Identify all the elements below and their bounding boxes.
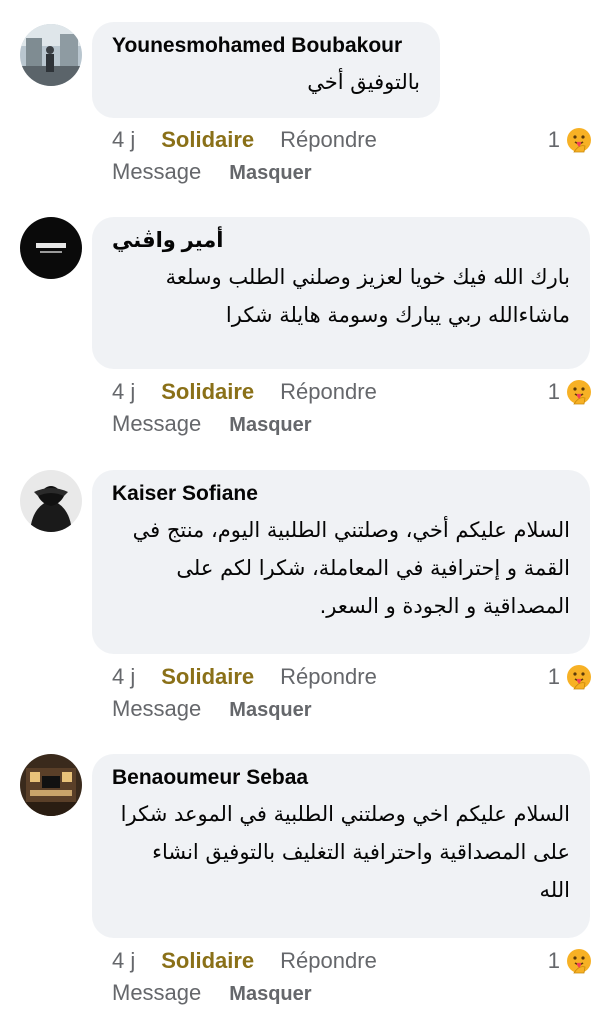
street-photo-avatar-icon — [20, 24, 82, 86]
comment-text: السلام عليكم أخي، وصلتني الطلبية اليوم، … — [112, 511, 570, 625]
comment-line: بالتوفيق أخي — [307, 70, 420, 94]
black-logo-avatar-icon — [20, 217, 82, 279]
avatar[interactable] — [20, 470, 82, 532]
comment-line: المصداقية و الجودة و السعر. — [319, 594, 570, 618]
care-emoji-icon — [567, 128, 591, 153]
hide-button[interactable]: Masquer — [229, 414, 311, 436]
comment-bubble: أمير واڨني بارك الله فيك خويا لعزيز وصلن… — [92, 217, 590, 369]
care-emoji-icon — [567, 380, 591, 405]
reaction-summary[interactable]: 1 — [548, 124, 592, 156]
reaction-summary[interactable]: 1 — [548, 376, 592, 408]
avatar[interactable] — [20, 24, 82, 86]
reply-button[interactable]: Répondre — [280, 379, 377, 404]
reaction-summary[interactable]: 1 — [548, 945, 592, 977]
message-button[interactable]: Message — [112, 159, 201, 184]
comment-line: القمة و إحترافية في المعاملة، شكرا لكم ع… — [176, 556, 570, 580]
reaction-summary[interactable]: 1 — [548, 661, 592, 693]
comment-timestamp[interactable]: 4 j — [112, 127, 135, 152]
living-room-avatar-icon — [20, 754, 82, 816]
reply-button[interactable]: Répondre — [280, 948, 377, 973]
comment-text: السلام عليكم اخي وصلتني الطلبية في الموع… — [112, 795, 570, 909]
comment-timestamp[interactable]: 4 j — [112, 948, 135, 973]
comment-bubble: Kaiser Sofiane السلام عليكم أخي، وصلتني … — [92, 470, 590, 654]
comment-bubble: Younesmohamed Boubakour بالتوفيق أخي — [92, 22, 440, 118]
message-button[interactable]: Message — [112, 696, 201, 721]
message-button[interactable]: Message — [112, 411, 201, 436]
comment-actions: 4 j Solidaire Répondre 1 Message Masquer — [112, 661, 592, 726]
comment-actions: 4 j Solidaire Répondre 1 Message Masquer — [112, 124, 592, 189]
comment-actions: 4 j Solidaire Répondre 1 Message Masquer — [112, 945, 592, 1010]
comment-line: السلام عليكم اخي وصلتني الطلبية في الموع… — [120, 802, 570, 826]
hide-button[interactable]: Masquer — [229, 699, 311, 721]
reaction-count: 1 — [547, 379, 560, 404]
hide-button[interactable]: Masquer — [229, 983, 311, 1005]
solidaire-button[interactable]: Solidaire — [161, 379, 254, 404]
hooded-figure-avatar-icon — [20, 470, 82, 532]
hide-button[interactable]: Masquer — [229, 162, 311, 184]
comment-line: بارك الله فيك خويا لعزيز وصلني الطلب وسل… — [165, 265, 570, 289]
comment-timestamp[interactable]: 4 j — [112, 379, 135, 404]
comment-author[interactable]: أمير واڨني — [112, 228, 570, 254]
message-button[interactable]: Message — [112, 980, 201, 1005]
comment-text: بارك الله فيك خويا لعزيز وصلني الطلب وسل… — [112, 258, 570, 334]
comment-line: الله — [539, 878, 570, 902]
comment-author[interactable]: Younesmohamed Boubakour — [112, 33, 420, 59]
reaction-count: 1 — [547, 127, 560, 152]
reply-button[interactable]: Répondre — [280, 127, 377, 152]
comment-actions: 4 j Solidaire Répondre 1 Message Masquer — [112, 376, 592, 441]
care-emoji-icon — [567, 949, 591, 974]
reaction-count: 1 — [547, 948, 560, 973]
solidaire-button[interactable]: Solidaire — [161, 664, 254, 689]
comment-line: السلام عليكم أخي، وصلتني الطلبية اليوم، … — [132, 518, 570, 542]
comment-author[interactable]: Kaiser Sofiane — [112, 481, 570, 507]
comment-text: بالتوفيق أخي — [112, 63, 420, 101]
reply-button[interactable]: Répondre — [280, 664, 377, 689]
care-emoji-icon — [567, 665, 591, 690]
solidaire-button[interactable]: Solidaire — [161, 948, 254, 973]
reaction-count: 1 — [547, 664, 560, 689]
comment-author[interactable]: Benaoumeur Sebaa — [112, 765, 570, 791]
solidaire-button[interactable]: Solidaire — [161, 127, 254, 152]
comment-bubble: Benaoumeur Sebaa السلام عليكم اخي وصلتني… — [92, 754, 590, 938]
avatar[interactable] — [20, 754, 82, 816]
comment-timestamp[interactable]: 4 j — [112, 664, 135, 689]
avatar[interactable] — [20, 217, 82, 279]
comment-line: على المصداقية واحترافية التغليف بالتوفيق… — [152, 840, 570, 864]
comment-line: ماشاءالله ربي يبارك وسومة هايلة شكرا — [225, 303, 570, 327]
